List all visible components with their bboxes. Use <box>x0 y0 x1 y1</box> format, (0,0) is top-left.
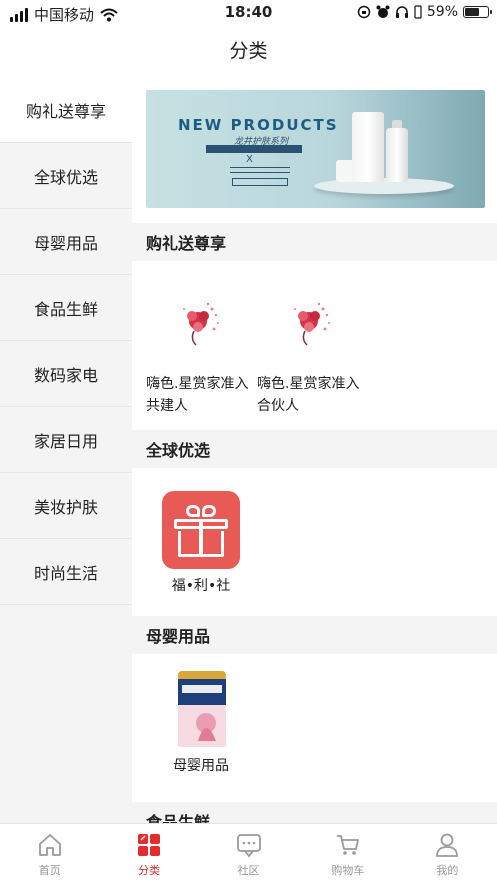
tab-label: 购物车 <box>331 864 365 877</box>
banner-stage <box>314 178 454 194</box>
tab-community[interactable]: 社区 <box>199 824 298 883</box>
headphones-icon <box>395 6 408 18</box>
tab-home[interactable]: 首页 <box>0 824 99 883</box>
product-name: 嗨色.星赏家准入合伙人 <box>257 376 360 414</box>
user-icon <box>436 833 459 857</box>
product-image <box>162 289 240 367</box>
product-name: 福•利•社 <box>171 578 231 594</box>
sidebar-item-label: 母婴用品 <box>33 233 98 253</box>
page-title: 分类 <box>229 40 268 62</box>
battery-icon <box>463 6 492 18</box>
tab-cart[interactable]: 购物车 <box>298 824 397 883</box>
bottom-tab-bar: 首页 分类 社区 购物车 我的 <box>0 823 497 883</box>
banner-button <box>232 178 288 186</box>
product-card[interactable]: 嗨色.星赏家准入合伙人 <box>257 289 367 417</box>
gift-icon <box>162 491 240 569</box>
battery-saver-icon <box>414 5 422 19</box>
sidebar-item-label: 全球优选 <box>33 167 98 187</box>
tab-label: 分类 <box>138 864 161 877</box>
formula-can-icon <box>178 671 226 747</box>
category-icon <box>138 834 161 856</box>
sidebar-item-digital[interactable]: 数码家电 <box>0 341 132 407</box>
product-name: 母婴用品 <box>173 758 229 774</box>
category-sidebar: 购礼送尊享 全球优选 母婴用品 食品生鲜 数码家电 家居日用 美妆护肤 时尚生活 <box>0 77 132 823</box>
sidebar-item-global[interactable]: 全球优选 <box>0 143 132 209</box>
serum-bottle-image <box>386 128 408 182</box>
product-card[interactable]: 母婴用品 <box>146 671 256 777</box>
tab-label: 我的 <box>436 864 459 877</box>
sidebar-item-beauty[interactable]: 美妆护肤 <box>0 473 132 539</box>
tab-profile[interactable]: 我的 <box>398 824 497 883</box>
product-image <box>162 491 240 569</box>
lotion-bottle-image <box>352 112 384 182</box>
banner-headline: NEW PRODUCTS <box>178 116 339 134</box>
sidebar-item-label: 数码家电 <box>33 365 98 385</box>
sidebar-item-gift[interactable]: 购礼送尊享 <box>0 77 132 143</box>
tab-label: 社区 <box>237 864 260 877</box>
section-header-baby: 母婴用品 <box>132 616 497 654</box>
tab-category[interactable]: 分类 <box>99 824 198 883</box>
sidebar-item-fashion[interactable]: 时尚生活 <box>0 539 132 605</box>
product-card[interactable]: 福•利•社 <box>146 491 256 597</box>
status-bar: 中国移动 18:40 59% <box>0 0 497 26</box>
section-header-gift: 购礼送尊享 <box>132 223 497 261</box>
battery-level-fill <box>465 8 480 16</box>
flower-icon <box>183 302 219 346</box>
tab-label: 首页 <box>38 864 61 877</box>
sidebar-item-label: 家居日用 <box>33 431 98 451</box>
banner-cross: X <box>246 154 253 165</box>
battery-percent: 59% <box>426 4 458 20</box>
sidebar-item-label: 购礼送尊享 <box>25 101 106 121</box>
community-icon <box>236 834 261 858</box>
flower-icon <box>294 302 330 346</box>
sidebar-item-baby[interactable]: 母婴用品 <box>0 209 132 275</box>
banner-strip <box>206 145 302 153</box>
sidebar-item-label: 美妆护肤 <box>33 497 98 517</box>
product-image <box>273 289 351 367</box>
product-name: 嗨色.星赏家准入共建人 <box>146 376 249 414</box>
banner-line <box>230 167 290 173</box>
sidebar-item-home[interactable]: 家居日用 <box>0 407 132 473</box>
product-image <box>162 671 240 749</box>
alarm-icon <box>376 5 390 18</box>
sidebar-item-food[interactable]: 食品生鲜 <box>0 275 132 341</box>
section-header-global: 全球优选 <box>132 430 497 468</box>
sidebar-item-label: 时尚生活 <box>33 563 98 583</box>
category-content: NEW PRODUCTS 龙井护肤系列 X 购礼送尊享 嗨色.星赏家准入共建人 <box>132 77 497 823</box>
section-header-food: 食品生鲜 <box>132 802 497 823</box>
home-icon <box>38 834 61 856</box>
promo-banner[interactable]: NEW PRODUCTS 龙井护肤系列 X <box>146 90 485 208</box>
rotation-lock-icon <box>357 5 371 19</box>
cart-icon <box>336 835 359 855</box>
product-card[interactable]: 嗨色.星赏家准入共建人 <box>146 289 256 417</box>
sidebar-item-label: 食品生鲜 <box>33 299 98 319</box>
